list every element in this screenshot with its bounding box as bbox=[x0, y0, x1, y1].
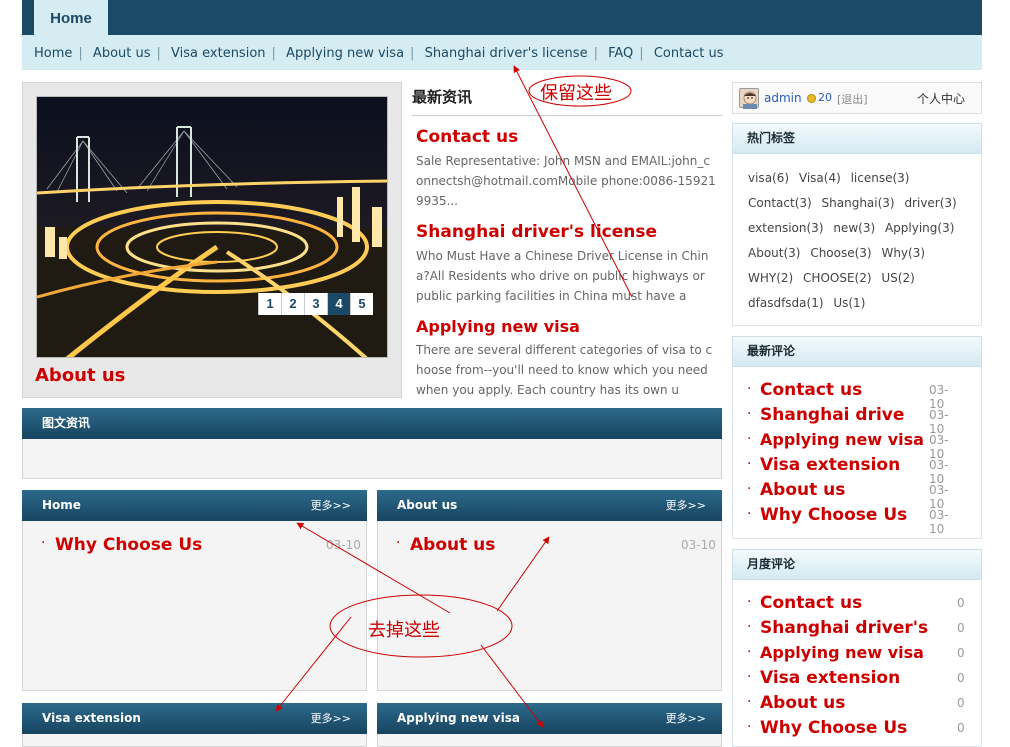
annotation-overlay bbox=[275, 65, 633, 728]
keep-annotation-label: 保留这些 bbox=[540, 83, 612, 104]
remove-annotation-label: 去掉这些 bbox=[368, 620, 440, 641]
